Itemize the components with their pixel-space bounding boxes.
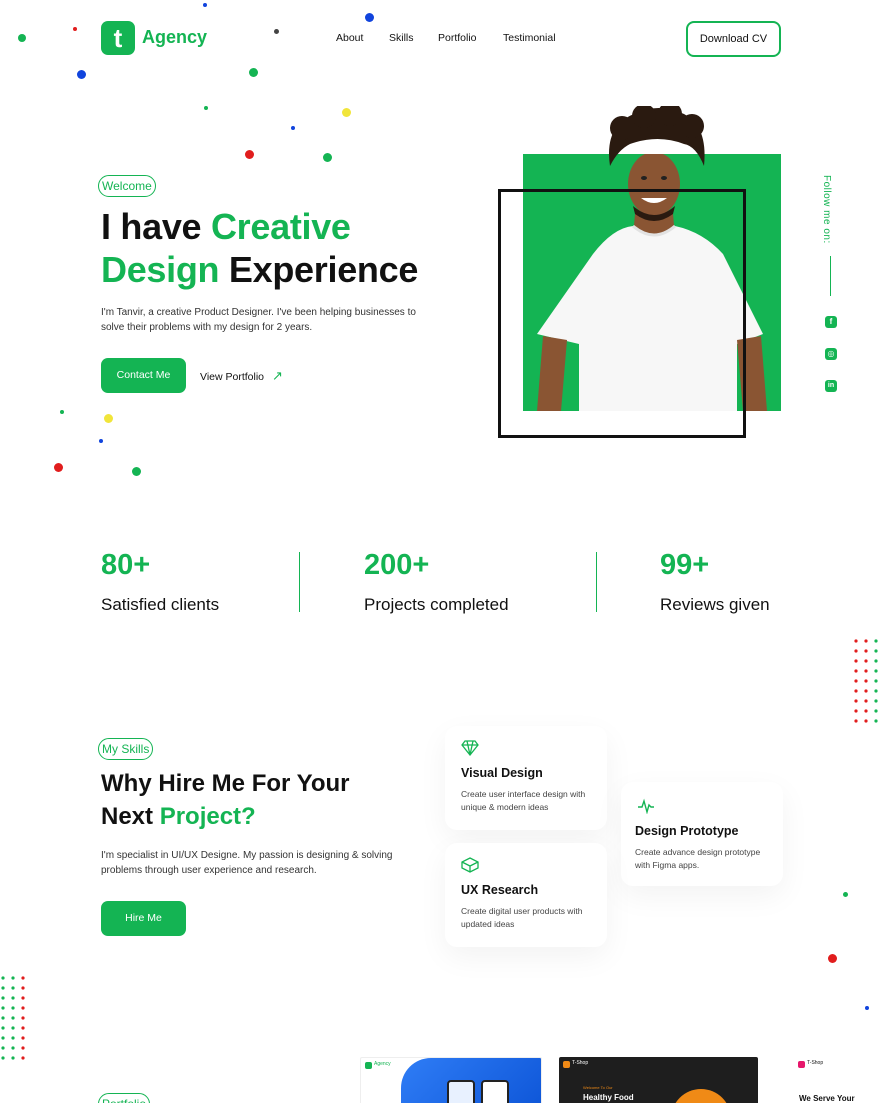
card-title: Visual Design bbox=[461, 766, 543, 780]
box-icon bbox=[461, 857, 479, 873]
card-title: UX Research bbox=[461, 883, 539, 897]
hair-shape bbox=[604, 102, 710, 186]
nav-skills[interactable]: Skills bbox=[389, 32, 414, 44]
stat-reviews-number: 99+ bbox=[660, 549, 710, 581]
skill-card-visual-design: Visual Design Create user interface desi… bbox=[445, 726, 607, 830]
stat-clients-number: 80+ bbox=[101, 549, 151, 581]
pulse-icon bbox=[638, 798, 654, 814]
skills-description: I'm specialist in UI/UX Designe. My pass… bbox=[101, 850, 393, 876]
hero-title: I have Creative Design Experience bbox=[101, 206, 419, 290]
follow-divider bbox=[830, 256, 831, 296]
skill-card-ux-research: UX Research Create digital user products… bbox=[445, 843, 607, 947]
portfolio-badge: Portfolio bbox=[98, 1093, 151, 1103]
diamond-icon bbox=[461, 740, 479, 756]
download-cv-button[interactable]: Download CV bbox=[686, 21, 781, 57]
instagram-icon[interactable]: ◎ bbox=[825, 348, 837, 360]
portfolio-thumb-food[interactable]: T-Shop Welcome To Our Healthy Food bbox=[559, 1057, 758, 1103]
dot-grid-decoration bbox=[0, 976, 28, 1060]
nav-about[interactable]: About bbox=[336, 32, 363, 44]
stat-clients-label: Satisfied clients bbox=[101, 595, 220, 614]
stat-divider bbox=[299, 552, 300, 612]
card-description: Create digital user products with update… bbox=[461, 906, 583, 929]
logo-text[interactable]: Agency bbox=[142, 27, 207, 48]
hero-description: I'm Tanvir, a creative Product Designer.… bbox=[101, 307, 416, 333]
logo-mark[interactable]: t bbox=[101, 21, 135, 55]
stat-projects-number: 200+ bbox=[364, 549, 430, 581]
card-title: Design Prototype bbox=[635, 824, 739, 838]
linkedin-icon[interactable]: in bbox=[825, 380, 837, 392]
skill-card-design-prototype: Design Prototype Create advance design p… bbox=[621, 782, 783, 886]
portfolio-thumb-agency[interactable]: Agency bbox=[360, 1057, 542, 1103]
arrow-up-right-icon: ↗ bbox=[271, 368, 283, 383]
welcome-badge: Welcome bbox=[98, 175, 156, 197]
contact-me-button[interactable]: Contact Me bbox=[101, 358, 186, 393]
dot-grid-decoration bbox=[854, 639, 882, 723]
stat-projects-label: Projects completed bbox=[364, 595, 509, 614]
nav-portfolio[interactable]: Portfolio bbox=[438, 32, 477, 44]
view-portfolio-link[interactable]: View Portfolio ↗ bbox=[200, 368, 283, 384]
hire-me-button[interactable]: Hire Me bbox=[101, 901, 186, 936]
stat-divider bbox=[596, 552, 597, 612]
follow-label: Follow me on: bbox=[821, 175, 832, 244]
skills-badge: My Skills bbox=[98, 738, 154, 760]
image-frame bbox=[498, 189, 746, 438]
facebook-icon[interactable]: f bbox=[825, 316, 837, 328]
stat-reviews-label: Reviews given bbox=[660, 595, 770, 614]
skills-title: Why Hire Me For Your Next Project? bbox=[101, 770, 350, 830]
nav-testimonial[interactable]: Testimonial bbox=[503, 32, 556, 44]
card-description: Create user interface design with unique… bbox=[461, 789, 586, 812]
portfolio-thumb-shop[interactable]: T-Shop We Serve Your bbox=[794, 1057, 882, 1103]
card-description: Create advance design prototype with Fig… bbox=[635, 847, 761, 870]
